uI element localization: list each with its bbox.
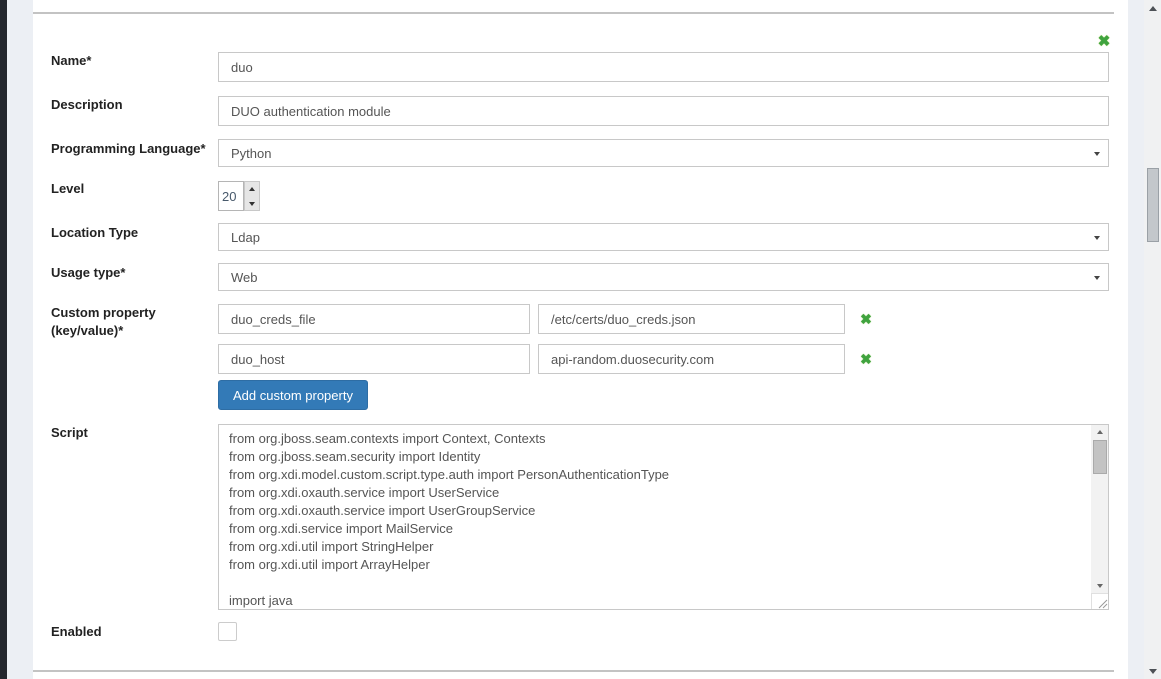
spinner-down-icon[interactable] xyxy=(245,197,259,211)
scroll-up-icon[interactable] xyxy=(1091,425,1108,439)
remove-property-icon[interactable]: ✖ xyxy=(858,351,874,367)
scroll-up-icon[interactable] xyxy=(1144,0,1161,16)
dark-sidebar-edge xyxy=(0,0,7,679)
level-label: Level xyxy=(51,181,84,196)
bottom-divider xyxy=(33,670,1114,672)
script-label: Script xyxy=(51,425,88,440)
close-icon[interactable]: ✖ xyxy=(1096,34,1112,50)
level-input[interactable] xyxy=(218,181,244,211)
chevron-down-icon xyxy=(1094,276,1100,280)
enabled-label: Enabled xyxy=(51,624,102,639)
page-scrollbar[interactable] xyxy=(1144,0,1161,679)
name-input[interactable] xyxy=(218,52,1109,82)
usage-type-select[interactable]: Web xyxy=(218,263,1109,291)
scroll-down-icon[interactable] xyxy=(1091,579,1108,593)
custom-property-label-line2: (key/value)* xyxy=(51,323,123,338)
usage-type-label: Usage type* xyxy=(51,265,125,280)
location-type-value: Ldap xyxy=(231,230,260,245)
scroll-down-icon[interactable] xyxy=(1144,663,1161,679)
script-scrollbar-thumb[interactable] xyxy=(1093,440,1107,474)
top-divider xyxy=(33,12,1114,14)
left-gutter xyxy=(7,0,33,679)
location-type-label: Location Type xyxy=(51,225,138,240)
resize-grip-icon[interactable] xyxy=(1091,593,1108,609)
name-label: Name* xyxy=(51,53,91,68)
chevron-down-icon xyxy=(1094,152,1100,156)
script-editor[interactable]: from org.jboss.seam.contexts import Cont… xyxy=(218,424,1109,610)
add-custom-property-button[interactable]: Add custom property xyxy=(218,380,368,410)
custom-property-key-input[interactable] xyxy=(218,304,530,334)
description-label: Description xyxy=(51,97,123,112)
level-spinner[interactable] xyxy=(218,181,259,211)
enabled-checkbox[interactable] xyxy=(218,622,237,641)
custom-property-value-input[interactable] xyxy=(538,344,845,374)
usage-type-value: Web xyxy=(231,270,258,285)
level-spinner-buttons xyxy=(244,181,260,211)
page-scrollbar-thumb[interactable] xyxy=(1147,168,1159,242)
script-scrollbar[interactable] xyxy=(1091,425,1108,593)
chevron-down-icon xyxy=(1094,236,1100,240)
programming-language-select[interactable]: Python xyxy=(218,139,1109,167)
programming-language-value: Python xyxy=(231,146,271,161)
custom-property-value-input[interactable] xyxy=(538,304,845,334)
custom-property-key-input[interactable] xyxy=(218,344,530,374)
description-input[interactable] xyxy=(218,96,1109,126)
script-content[interactable]: from org.jboss.seam.contexts import Cont… xyxy=(219,425,1090,609)
custom-property-label-line1: Custom property xyxy=(51,305,156,320)
spinner-up-icon[interactable] xyxy=(245,182,259,196)
location-type-select[interactable]: Ldap xyxy=(218,223,1109,251)
remove-property-icon[interactable]: ✖ xyxy=(858,311,874,327)
right-gutter xyxy=(1128,0,1144,679)
programming-language-label: Programming Language* xyxy=(51,141,206,156)
